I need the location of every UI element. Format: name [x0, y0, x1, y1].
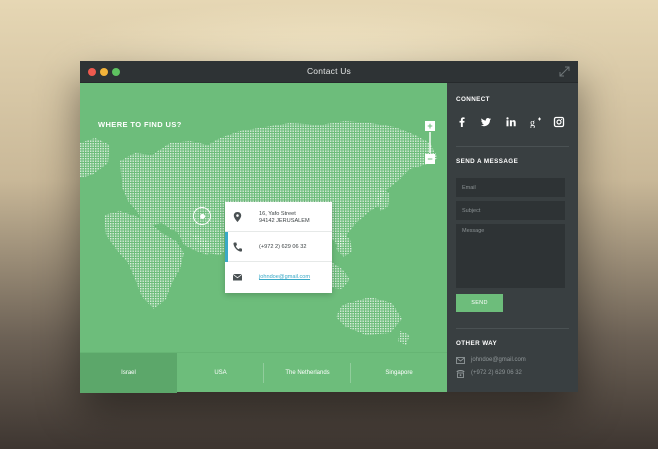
email-link[interactable]: johndoe@gmail.com — [259, 274, 310, 281]
window-title: Contact Us — [306, 66, 352, 76]
map-panel: WHERE TO FIND US? + − 16, Yafo Street 94… — [80, 83, 447, 352]
subject-field[interactable] — [456, 201, 565, 220]
contact-info-card: 16, Yafo Street 94142 JERUSALEM (+972 2)… — [225, 202, 332, 293]
phone-text: (+972 2) 629 06 32 — [259, 244, 307, 250]
address-row: 16, Yafo Street 94142 JERUSALEM — [225, 202, 332, 232]
sidebar-divider — [456, 328, 569, 329]
tab-the-netherlands[interactable]: The Netherlands — [264, 353, 351, 393]
map-heading: WHERE TO FIND US? — [98, 120, 182, 129]
map-pin-icon — [233, 212, 242, 222]
country-tabs: Israel USA The Netherlands Singapore — [80, 352, 447, 393]
address-line-2: 94142 JERUSALEM — [259, 218, 310, 224]
linkedin-icon[interactable] — [505, 116, 517, 128]
facebook-icon[interactable] — [456, 116, 468, 128]
google-plus-icon[interactable]: g — [530, 116, 542, 128]
other-phone-row: (+972 2) 629 06 32 — [456, 369, 576, 379]
phone-icon — [233, 242, 242, 252]
address-text: 16, Yafo Street 94142 JERUSALEM — [259, 211, 310, 225]
title-bar: Contact Us — [80, 61, 578, 83]
other-email-text[interactable]: johndoe@gmail.com — [471, 357, 526, 363]
tab-singapore[interactable]: Singapore — [351, 353, 447, 393]
send-message-heading: SEND A MESSAGE — [456, 158, 519, 165]
message-field[interactable] — [456, 224, 565, 288]
zoom-slider[interactable] — [429, 132, 431, 153]
connect-heading: CONNECT — [456, 96, 490, 103]
other-email-row: johndoe@gmail.com — [456, 356, 576, 366]
location-marker[interactable] — [193, 207, 211, 225]
zoom-out-button[interactable]: − — [425, 154, 435, 164]
tab-israel[interactable]: Israel — [80, 353, 177, 393]
send-button[interactable]: SEND — [456, 294, 503, 312]
sidebar-divider — [456, 146, 569, 147]
svg-text:g: g — [530, 118, 535, 128]
envelope-icon — [456, 357, 465, 364]
zoom-in-button[interactable]: + — [425, 121, 435, 131]
other-phone-text: (+972 2) 629 06 32 — [471, 370, 522, 376]
expand-icon[interactable] — [559, 66, 570, 77]
email-field[interactable] — [456, 178, 565, 197]
address-line-1: 16, Yafo Street — [259, 211, 296, 217]
other-way-heading: OTHER WAY — [456, 340, 498, 347]
phone-row: (+972 2) 629 06 32 — [225, 232, 332, 262]
envelope-icon — [233, 273, 242, 281]
email-row: johndoe@gmail.com — [225, 262, 332, 293]
contact-window: Contact Us WHERE TO FIND US? + − 16, Yaf… — [80, 61, 578, 393]
tab-usa[interactable]: USA — [177, 353, 264, 393]
instagram-icon[interactable] — [553, 116, 565, 128]
telephone-icon — [456, 370, 465, 378]
contact-sidebar: CONNECT g SEND A MESSAGE SEND OTHER WAY — [447, 83, 578, 392]
twitter-icon[interactable] — [480, 116, 492, 128]
